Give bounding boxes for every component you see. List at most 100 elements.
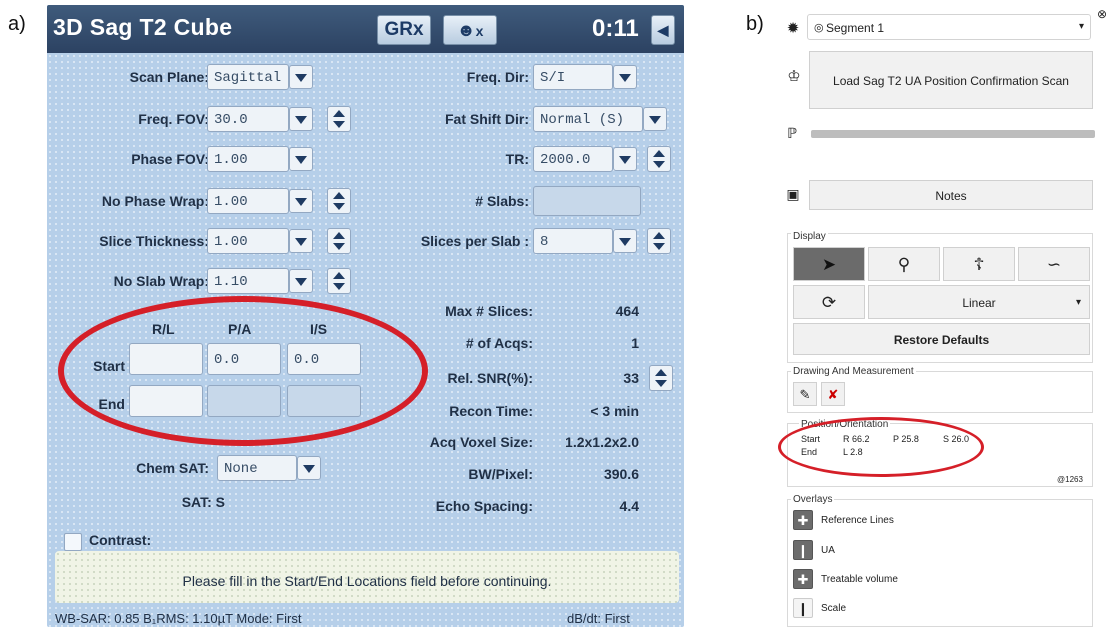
contrast-label: Contrast: [89, 532, 152, 548]
pan-icon: ☦ [973, 255, 985, 274]
status-bar: WB-SAR: 0.85 B₁RMS: 1.10µT Mode: First d… [47, 609, 684, 627]
freq-fov-stepper[interactable] [327, 106, 351, 132]
pointer-tool-button[interactable]: ➤ [793, 247, 865, 281]
scan-plane-dropdown[interactable] [289, 65, 313, 89]
overlay-treatable-volume: Treatable volume [821, 574, 898, 585]
echo-spacing-value: 4.4 [619, 498, 639, 514]
bw-pixel-label: BW/Pixel: [468, 466, 533, 482]
phase-fov-field[interactable]: 1.00 [207, 146, 289, 172]
progress-bar[interactable] [811, 130, 1095, 138]
overlay-scale: Scale [821, 603, 847, 614]
chem-sat-field[interactable]: None [217, 455, 297, 481]
tr-dropdown[interactable] [613, 147, 637, 171]
scale-icon[interactable]: ❙ [793, 598, 813, 618]
slice-thickness-dropdown[interactable] [289, 229, 313, 253]
chevron-down-icon: ▾ [1075, 297, 1081, 308]
slice-thickness-stepper[interactable] [327, 228, 351, 254]
slice-thickness-field[interactable]: 1.00 [207, 228, 289, 254]
no-phase-wrap-stepper[interactable] [327, 188, 351, 214]
fat-shift-dir-field[interactable]: Normal (S) [533, 106, 643, 132]
freq-fov-field[interactable]: 30.0 [207, 106, 289, 132]
curve-icon: ∽ [1046, 255, 1062, 274]
ruler-icon: ℙ [787, 125, 797, 141]
restore-defaults-button[interactable]: Restore Defaults [793, 323, 1090, 355]
recon-time-value: < 3 min [590, 403, 639, 419]
segment-icon: ✹ [786, 20, 800, 37]
overlay-ua: UA [821, 545, 835, 556]
no-slab-wrap-label: No Slab Wrap: [113, 273, 209, 289]
interpolation-dropdown[interactable]: Linear ▾ [868, 285, 1090, 319]
forward-icon[interactable]: ⊗ [1095, 7, 1109, 21]
planning-panel: ✹ ◎ Segment 1 ▾ ⊗ ♔ Load Sag T2 UA Posit… [775, 5, 1107, 627]
acq-voxel-size-label: Acq Voxel Size: [429, 434, 533, 450]
highlight-ellipse-locations [58, 296, 428, 446]
protocol-title: 3D Sag T2 Cube [53, 14, 233, 40]
patient-position-button[interactable]: ☻x [443, 15, 497, 45]
max-slices-value: 464 [615, 303, 639, 319]
interpolation-value: Linear [962, 296, 996, 310]
no-phase-wrap-field[interactable]: 1.00 [207, 188, 289, 214]
acq-voxel-size-value: 1.2x1.2x2.0 [565, 434, 639, 450]
fat-shift-dir-label: Fat Shift Dir: [445, 111, 529, 127]
pos-small-reading: @1263 [1057, 475, 1083, 484]
pan-tool-button[interactable]: ☦ [943, 247, 1015, 281]
overlays-section-title: Overlays [791, 494, 835, 505]
dbdt-status: dB/dt: First [567, 611, 630, 626]
chevron-down-icon: ▾ [1078, 21, 1084, 32]
rel-snr-value: 33 [623, 370, 639, 386]
contrast-checkbox[interactable] [64, 533, 82, 551]
slices-per-slab-dropdown[interactable] [613, 229, 637, 253]
no-phase-wrap-dropdown[interactable] [289, 189, 313, 213]
rel-snr-stepper[interactable] [649, 365, 673, 391]
display-section-title: Display [791, 231, 828, 242]
grx-button[interactable]: GRx [377, 15, 431, 45]
slabs-label: # Slabs: [475, 193, 529, 209]
num-acqs-value: 1 [631, 335, 639, 351]
measure-tool-button[interactable]: ✎ [793, 382, 817, 406]
scan-icon: ♔ [787, 68, 801, 85]
echo-spacing-label: Echo Spacing: [435, 498, 533, 514]
erase-tool-button[interactable]: ✘ [821, 382, 845, 406]
scan-timer: 0:11 [592, 15, 639, 42]
segment-dropdown-value: Segment 1 [826, 21, 885, 35]
notes-button[interactable]: Notes [809, 180, 1093, 210]
sar-status: WB-SAR: 0.85 B₁RMS: 1.10µT Mode: First [55, 611, 302, 626]
zoom-icon: ⚲ [897, 255, 911, 274]
message-bar: Please fill in the Start/End Locations f… [55, 551, 679, 603]
chem-sat-dropdown[interactable] [297, 456, 321, 480]
freq-dir-field[interactable]: S/I [533, 64, 613, 90]
crosshair-icon[interactable]: ✚ [793, 510, 813, 530]
freq-dir-dropdown[interactable] [613, 65, 637, 89]
tr-stepper[interactable] [647, 146, 671, 172]
phase-fov-dropdown[interactable] [289, 147, 313, 171]
erase-icon: ✘ [827, 387, 839, 402]
freq-fov-label: Freq. FOV: [138, 111, 209, 127]
load-scan-button[interactable]: Load Sag T2 UA Position Confirmation Sca… [809, 51, 1093, 109]
slices-per-slab-stepper[interactable] [647, 228, 671, 254]
chevron-left-icon: ◀ [657, 22, 669, 38]
panel-b-label: b) [746, 13, 764, 35]
title-bar: 3D Sag T2 Cube GRx ☻x 0:11 ◀ [47, 5, 684, 53]
target-icon[interactable]: ✚ [793, 569, 813, 589]
ua-icon[interactable]: ❙ [793, 540, 813, 560]
fat-shift-dir-dropdown[interactable] [643, 107, 667, 131]
tr-field[interactable]: 2000.0 [533, 146, 613, 172]
slabs-field[interactable] [533, 186, 641, 216]
scan-plane-label: Scan Plane: [129, 69, 209, 85]
zoom-tool-button[interactable]: ⚲ [868, 247, 940, 281]
scan-plane-field[interactable]: Sagittal [207, 64, 289, 90]
pencil-icon: ✎ [799, 387, 811, 402]
rotate-tool-button[interactable]: ⟳ [793, 285, 865, 319]
no-slab-wrap-stepper[interactable] [327, 268, 351, 294]
segment-dropdown[interactable]: ◎ Segment 1 ▾ [807, 14, 1091, 40]
window-level-button[interactable]: ∽ [1018, 247, 1090, 281]
bw-pixel-value: 390.6 [603, 466, 639, 482]
sat-label: SAT: S [181, 494, 225, 510]
no-slab-wrap-dropdown[interactable] [289, 269, 313, 293]
freq-dir-label: Freq. Dir: [466, 69, 529, 85]
slices-per-slab-field[interactable]: 8 [533, 228, 613, 254]
freq-fov-dropdown[interactable] [289, 107, 313, 131]
no-slab-wrap-field[interactable]: 1.10 [207, 268, 289, 294]
notes-icon: ▣ [786, 186, 800, 202]
collapse-button[interactable]: ◀ [651, 15, 675, 45]
